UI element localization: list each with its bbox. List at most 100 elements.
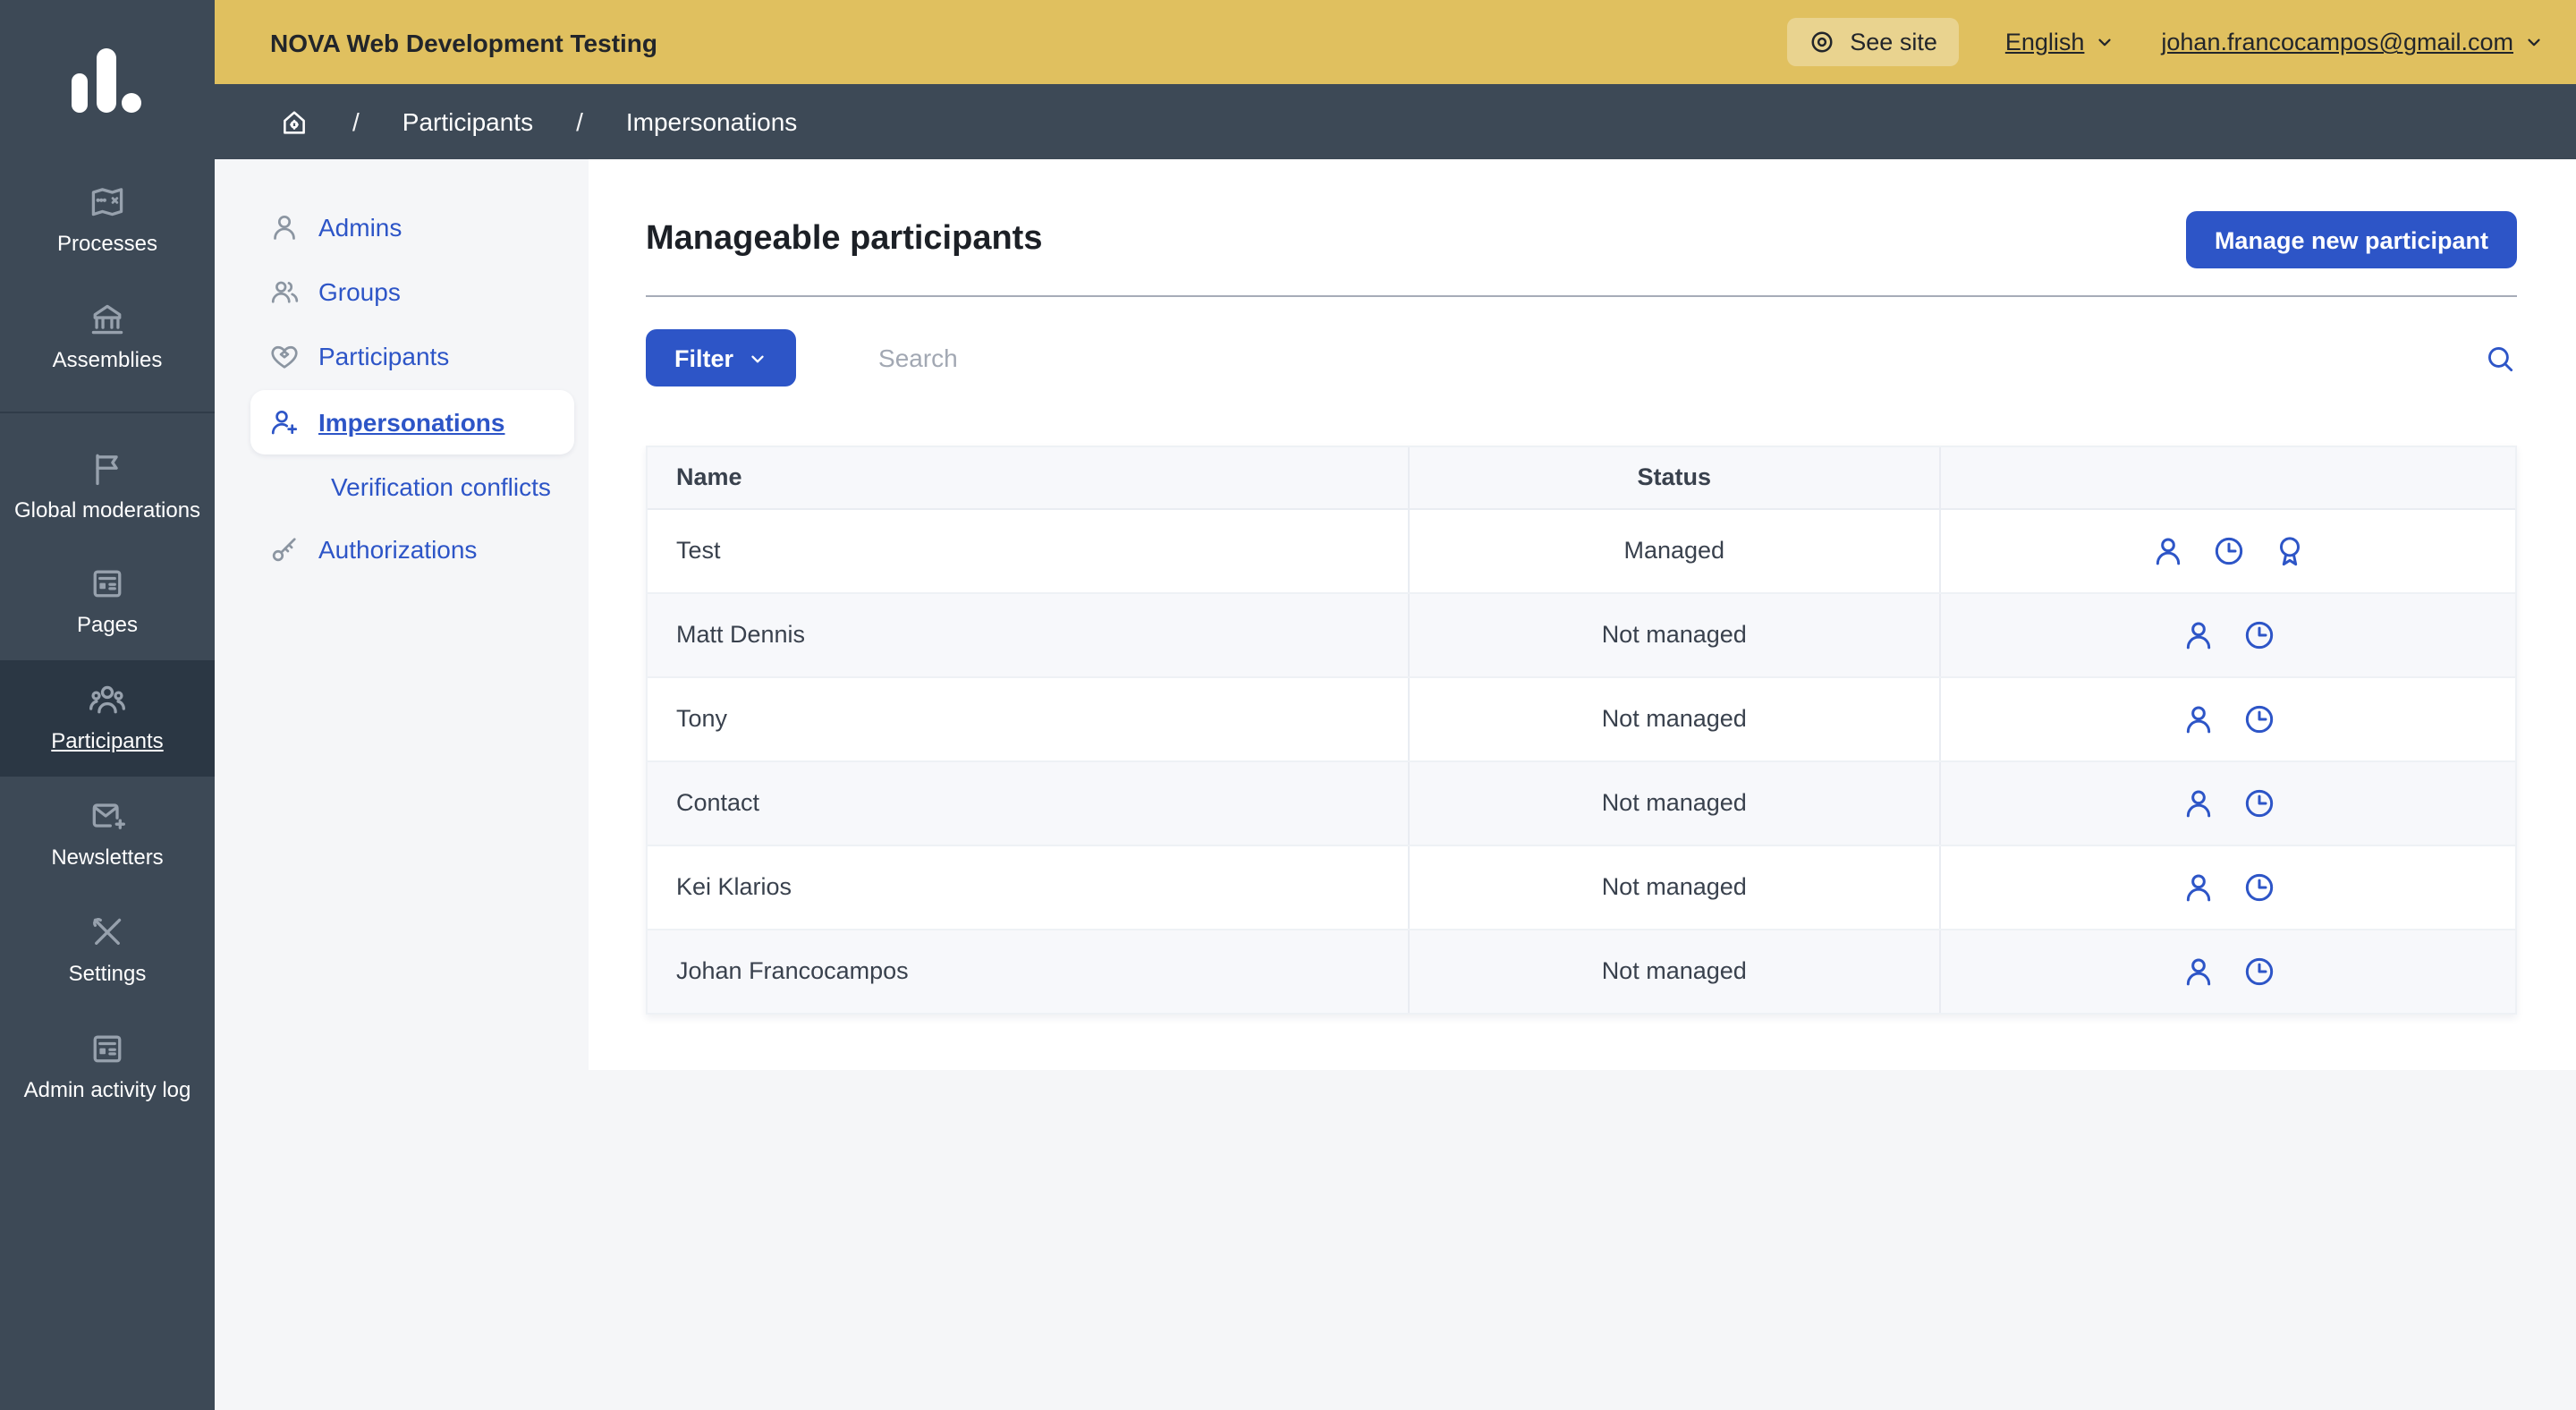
participant-actions-cell	[1940, 760, 2515, 845]
chevron-down-icon	[2524, 32, 2544, 52]
award-icon	[2271, 532, 2307, 568]
sidebar-item-admin-activity-log[interactable]: Admin activity log	[0, 1008, 215, 1125]
clock-action-button[interactable]	[2241, 869, 2276, 905]
user-action-button[interactable]	[2149, 532, 2185, 568]
panel-header: Manageable participants Manage new parti…	[646, 159, 2517, 268]
flag-icon	[88, 448, 127, 488]
clock-action-button[interactable]	[2241, 785, 2276, 820]
clock-action-button[interactable]	[2241, 701, 2276, 736]
column-header-name: Name	[648, 447, 1408, 508]
user-action-button[interactable]	[2180, 785, 2216, 820]
language-selector[interactable]: English	[2005, 29, 2115, 55]
subnav-item-groups[interactable]: Groups	[215, 259, 589, 324]
clock-icon	[2241, 701, 2276, 736]
breadcrumb: / Participants / Impersonations	[215, 84, 2576, 159]
user-account-menu[interactable]: johan.francocampos@gmail.com	[2161, 29, 2544, 55]
header-divider	[646, 295, 2517, 297]
admin-page: Processes Assemblies Global moderations Pag…	[0, 0, 2576, 1410]
map-icon	[88, 183, 127, 222]
participant-name: Matt Dennis	[648, 592, 1408, 676]
participant-name: Kei Klarios	[648, 845, 1408, 929]
participant-actions-cell	[1940, 929, 2515, 1013]
user-action-button[interactable]	[2180, 616, 2216, 652]
eye-icon	[1809, 29, 1835, 55]
participant-actions-cell	[1940, 508, 2515, 592]
sidebar-item-label: Processes	[57, 233, 157, 258]
sidebar-item-processes[interactable]: Processes	[0, 163, 215, 279]
user-action-button[interactable]	[2180, 954, 2216, 990]
sidebar-item-participants[interactable]: Participants	[0, 660, 215, 777]
participant-status: Not managed	[1408, 676, 1940, 760]
table-row: Kei KlariosNot managed	[648, 845, 2515, 929]
subnav-item-verification-conflicts[interactable]: Verification conflicts	[215, 456, 589, 517]
filter-button[interactable]: Filter	[646, 329, 796, 386]
table-row: ContactNot managed	[648, 760, 2515, 845]
topbar: NOVA Web Development Testing See site En…	[215, 0, 2576, 84]
user-icon	[2149, 532, 2185, 568]
decidim-logo-icon	[72, 47, 143, 112]
bank-icon	[88, 299, 127, 338]
sidebar-item-assemblies[interactable]: Assemblies	[0, 279, 215, 395]
participant-status: Managed	[1408, 508, 1940, 592]
breadcrumb-separator: /	[576, 107, 583, 136]
subnav-item-authorizations[interactable]: Authorizations	[215, 517, 589, 582]
manage-new-participant-button[interactable]: Manage new participant	[2186, 211, 2517, 268]
subnav-item-participants[interactable]: Participants	[215, 324, 589, 388]
user-icon	[2180, 785, 2216, 820]
team-icon	[88, 680, 127, 719]
filter-label: Filter	[674, 344, 733, 371]
table-body: TestManagedMatt DennisNot managedTonyNot…	[648, 508, 2515, 1013]
user-action-button[interactable]	[2180, 869, 2216, 905]
participant-name: Contact	[648, 760, 1408, 845]
subnav-item-label: Participants	[318, 342, 449, 370]
table-row: TonyNot managed	[648, 676, 2515, 760]
clock-icon	[2210, 532, 2246, 568]
sidebar-item-pages[interactable]: Pages	[0, 545, 215, 661]
search-input[interactable]	[875, 342, 2465, 374]
subnav-item-label: Groups	[318, 277, 401, 306]
breadcrumb-participants[interactable]: Participants	[402, 107, 533, 136]
user-email: johan.francocampos@gmail.com	[2161, 29, 2513, 55]
home-icon[interactable]	[279, 106, 309, 137]
participant-status: Not managed	[1408, 845, 1940, 929]
sidebar-item-label: Settings	[69, 963, 147, 988]
award-action-button[interactable]	[2271, 532, 2307, 568]
content-area: Admins Groups Participants Impersonations Ve…	[215, 159, 2576, 1410]
user-action-button[interactable]	[2180, 701, 2216, 736]
see-site-button[interactable]: See site	[1787, 18, 1959, 66]
language-label: English	[2005, 29, 2085, 55]
search-icon[interactable]	[2483, 341, 2517, 375]
table-row: Johan FrancocamposNot managed	[648, 929, 2515, 1013]
subnav-item-label: Verification conflicts	[331, 472, 551, 501]
article-icon	[88, 1028, 127, 1067]
chevron-down-icon	[748, 348, 767, 368]
clock-action-button[interactable]	[2210, 532, 2246, 568]
clock-action-button[interactable]	[2241, 616, 2276, 652]
user-icon	[268, 211, 301, 243]
sidebar-item-global-moderations[interactable]: Global moderations	[0, 429, 215, 545]
breadcrumb-impersonations[interactable]: Impersonations	[626, 107, 797, 136]
decidim-logo[interactable]	[0, 0, 215, 159]
sidebar-item-label: Pages	[77, 615, 138, 640]
subnav-item-impersonations[interactable]: Impersonations	[250, 390, 574, 454]
participant-name: Tony	[648, 676, 1408, 760]
chevron-down-icon	[2095, 32, 2114, 52]
breadcrumb-separator: /	[352, 107, 360, 136]
key-icon	[268, 533, 301, 565]
topbar-actions: See site English johan.francocampos@gmai…	[1787, 18, 2544, 66]
sidebar-item-settings[interactable]: Settings	[0, 893, 215, 1009]
heart-icon	[268, 340, 301, 372]
clock-action-button[interactable]	[2241, 954, 2276, 990]
sidebar-item-newsletters[interactable]: Newsletters	[0, 777, 215, 893]
clock-icon	[2241, 616, 2276, 652]
user-icon	[2180, 869, 2216, 905]
subnav-item-label: Impersonations	[318, 408, 505, 437]
subnav-item-admins[interactable]: Admins	[215, 195, 589, 259]
see-site-label: See site	[1850, 29, 1937, 55]
sidebar-item-label: Assemblies	[53, 349, 163, 374]
user-icon	[2180, 616, 2216, 652]
sidebar-divider	[0, 411, 215, 412]
main-sidebar: Processes Assemblies Global moderations Pag…	[0, 0, 215, 1410]
participant-status: Not managed	[1408, 592, 1940, 676]
sidebar-item-label: Admin activity log	[24, 1078, 191, 1103]
